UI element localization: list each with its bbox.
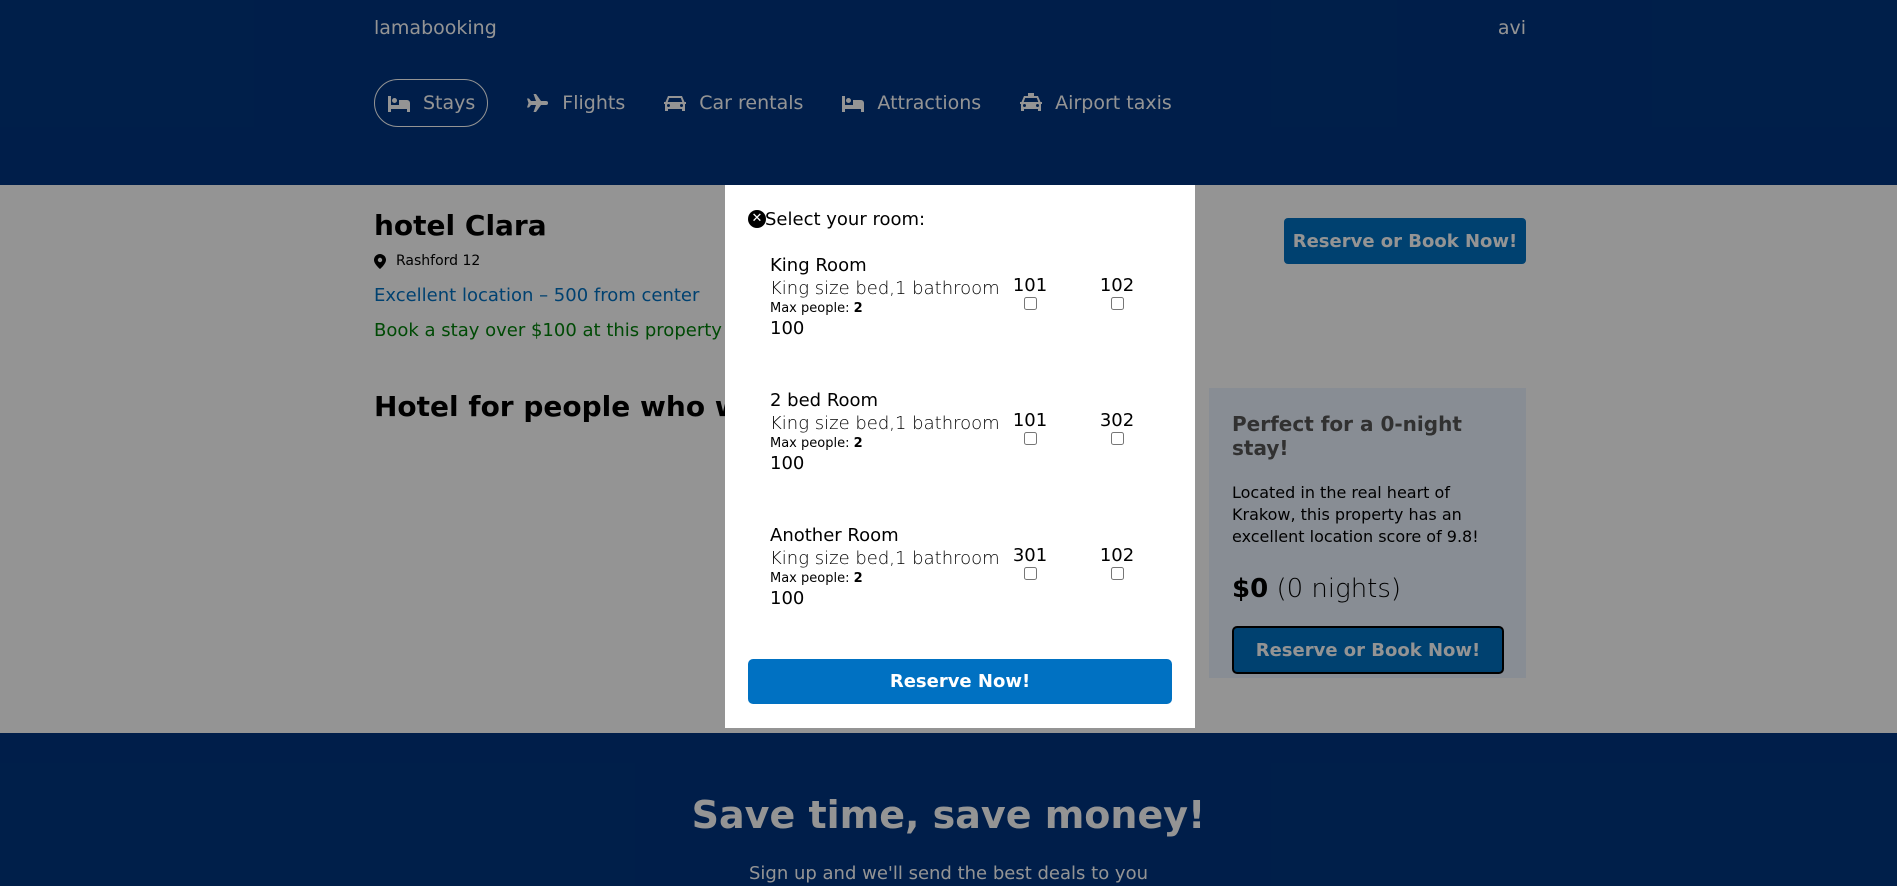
room-number: 302 (1099, 410, 1135, 431)
max-value: 2 (853, 436, 863, 451)
room-title: King Room (770, 255, 867, 276)
room-checkbox[interactable] (1023, 432, 1037, 445)
room-item: 2 bed Room King size bed,1 bathroom Max … (770, 390, 1180, 490)
max-value: 2 (853, 301, 863, 316)
room-item: Another Room King size bed,1 bathroom Ma… (770, 525, 1180, 625)
room-number: 101 (1012, 275, 1048, 296)
room-number: 301 (1012, 545, 1048, 566)
modal-title: Select your room: (765, 209, 926, 230)
max-label: Max people: (770, 301, 850, 316)
room-number-option: 101 (1010, 410, 1050, 445)
room-checkbox[interactable] (1023, 297, 1037, 310)
room-price: 100 (770, 453, 805, 474)
room-number-option: 102 (1097, 275, 1137, 310)
room-number: 102 (1099, 275, 1135, 296)
room-number-option: 302 (1097, 410, 1137, 445)
room-select-modal: ✕ Select your room: King Room King size … (725, 185, 1195, 728)
max-label: Max people: (770, 436, 850, 451)
room-checkbox[interactable] (1023, 567, 1037, 580)
max-label: Max people: (770, 571, 850, 586)
room-item: King Room King size bed,1 bathroom Max p… (770, 255, 1180, 355)
room-number-option: 102 (1097, 545, 1137, 580)
room-checkbox[interactable] (1110, 567, 1124, 580)
room-checkbox[interactable] (1110, 297, 1124, 310)
room-price: 100 (770, 318, 805, 339)
room-number-option: 301 (1010, 545, 1050, 580)
reserve-now-button[interactable]: Reserve Now! (748, 659, 1172, 704)
room-title: 2 bed Room (770, 390, 879, 411)
max-value: 2 (853, 571, 863, 586)
room-number: 101 (1012, 410, 1048, 431)
room-title: Another Room (770, 525, 899, 546)
room-checkbox[interactable] (1110, 432, 1124, 445)
room-number-option: 101 (1010, 275, 1050, 310)
room-price: 100 (770, 588, 805, 609)
close-icon[interactable]: ✕ (748, 210, 766, 228)
room-number: 102 (1099, 545, 1135, 566)
